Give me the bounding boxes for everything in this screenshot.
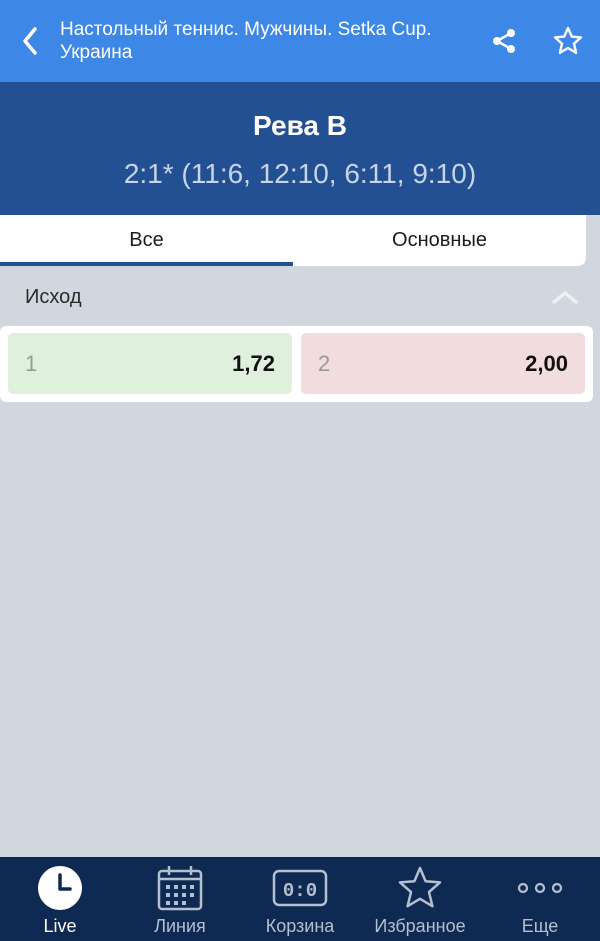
market-tabs: Все Основные (0, 215, 586, 266)
odd-value: 1,72 (232, 350, 275, 376)
share-button[interactable] (472, 0, 536, 82)
odd-button-2[interactable]: 2 2,00 (301, 333, 585, 394)
favorite-button[interactable] (536, 0, 600, 82)
bottom-nav: Live Линия 0:0 Корзина Избранное Еще (0, 857, 600, 941)
section-title: Исход (25, 285, 82, 308)
scoreboard-icon-text: 0:0 (283, 880, 317, 902)
page-title: Настольный теннис. Мужчины. Setka Cup. У… (60, 18, 472, 64)
tab-all[interactable]: Все (0, 215, 293, 266)
nav-item-live[interactable]: Live (0, 857, 120, 941)
more-icon (517, 882, 563, 894)
outcome-row: 1 1,72 2 2,00 (0, 326, 593, 402)
match-header: Рева В 2:1* (11:6, 12:10, 6:11, 9:10) (0, 82, 600, 215)
nav-label: Корзина (265, 916, 335, 936)
title-line-1: Настольный теннис. Мужчины. Setka Cup. (60, 19, 432, 40)
nav-label: Избранное (374, 916, 466, 936)
star-outline-icon (553, 26, 583, 54)
match-score: 2:1* (11:6, 12:10, 6:11, 9:10) (123, 158, 477, 189)
share-icon (493, 29, 515, 53)
nav-item-favorites[interactable]: Избранное (360, 857, 480, 941)
nav-item-line[interactable]: Линия (120, 857, 240, 941)
odd-button-1[interactable]: 1 1,72 (8, 333, 292, 394)
top-bar: Настольный теннис. Мужчины. Setka Cup. У… (0, 0, 600, 82)
nav-item-more[interactable]: Еще (480, 857, 600, 941)
odd-label: 2 (318, 350, 331, 376)
chevron-up-icon[interactable] (552, 290, 578, 304)
chevron-left-icon (23, 27, 37, 55)
nav-label: Линия (154, 916, 206, 936)
title-line-2: Украина (60, 42, 133, 63)
scoreboard-icon: 0:0 (272, 869, 328, 907)
clock-icon (38, 866, 82, 910)
player-name: Рева В (253, 110, 347, 141)
nav-label: Еще (521, 916, 559, 936)
odd-value: 2,00 (525, 350, 568, 376)
back-button[interactable] (0, 0, 60, 82)
outcome-section-header[interactable]: Исход (0, 270, 600, 324)
nav-label: Live (43, 916, 77, 936)
tab-main[interactable]: Основные (293, 215, 586, 266)
odd-label: 1 (25, 350, 38, 376)
star-icon (398, 866, 442, 908)
nav-item-basket[interactable]: 0:0 Корзина (240, 857, 360, 941)
calendar-icon (157, 866, 203, 911)
